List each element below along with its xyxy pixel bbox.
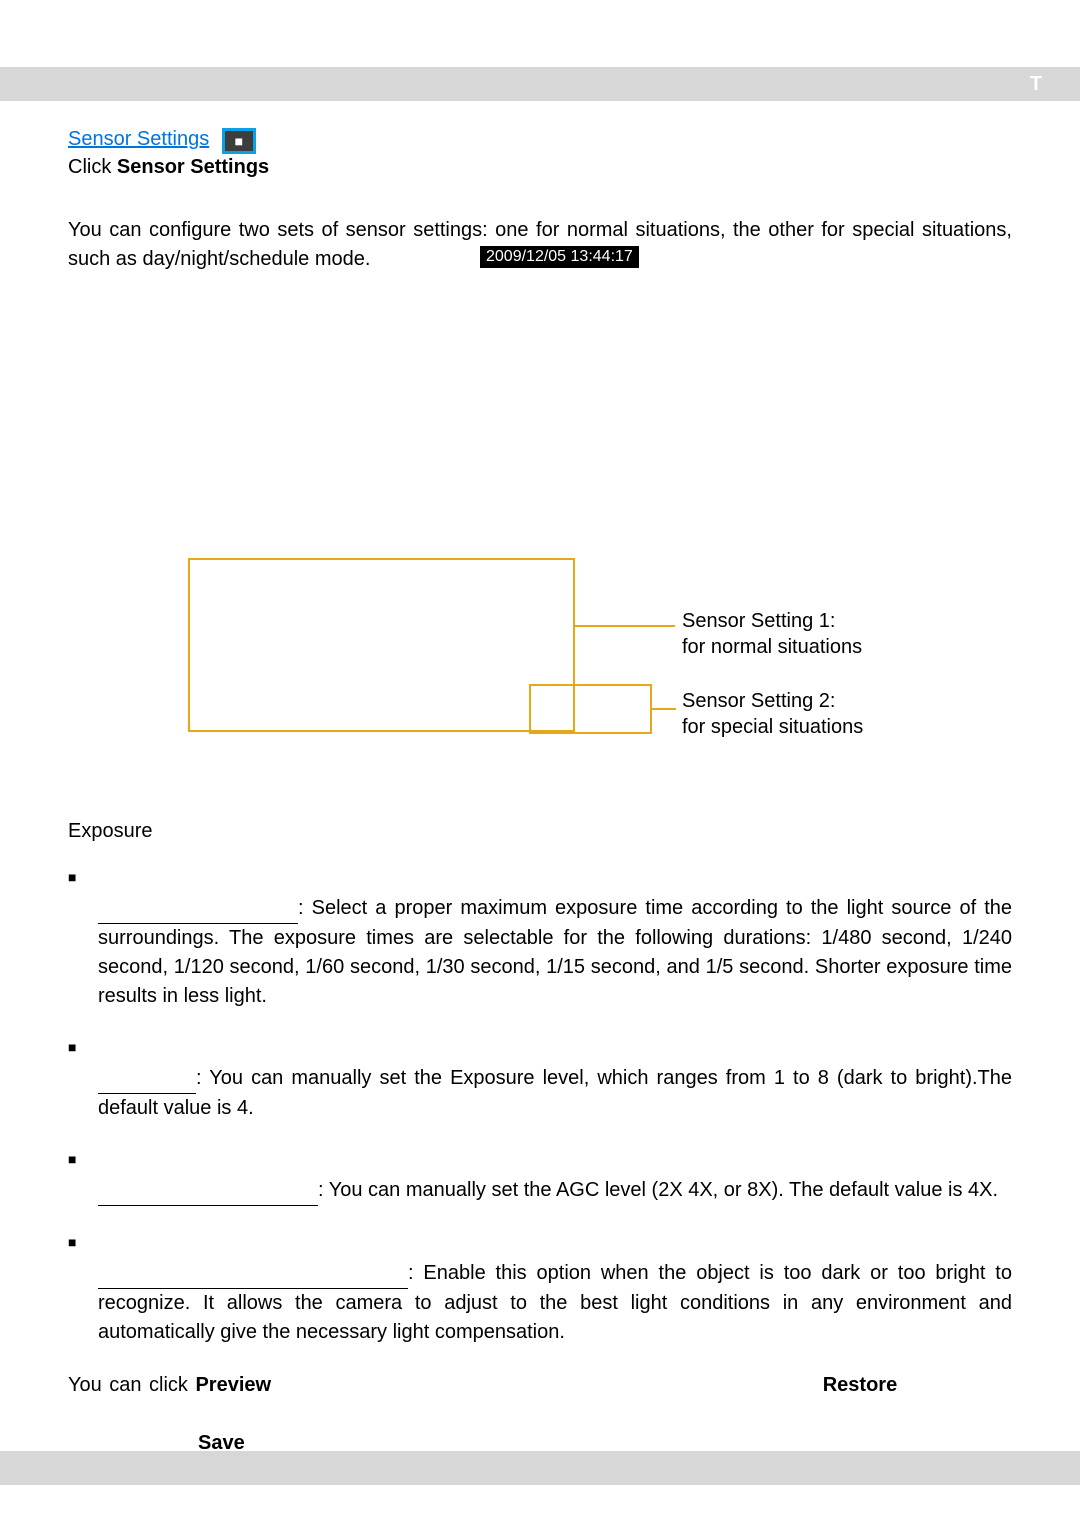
bullet-max-gain: Max gain (Auto Gain Control): You can ma… [68,1147,1012,1206]
label-max-gain: Max gain (Auto Gain Control) [98,1147,318,1206]
text-exposure-level: : You can manually set the Exposure leve… [98,1067,1012,1119]
page-footer: Users Manual - 61 [901,1415,1032,1433]
bullet-blc: Enable BLC (Back Light Compensation): En… [68,1230,1012,1347]
brand-logo: T [1030,73,1044,96]
tail-1a: You can click [68,1374,188,1396]
connector-line-1 [575,625,675,627]
intro-pre: Click [68,156,111,178]
label-exposure-level: Exposure level [98,1035,196,1094]
caption-s2b: for special situations [682,716,863,739]
highlight-box-2 [529,684,652,734]
exposure-heading: Exposure [68,820,153,843]
header-bar: T [0,67,1080,101]
bullet-max-exposure: Maximum Exposure Time: Select a proper m… [68,865,1012,1011]
caption-s1a: Sensor Setting 1: [682,610,835,633]
sensor-settings-button[interactable]: ■ [222,128,256,154]
bullet-exposure-level: Exposure level: You can manually set the… [68,1035,1012,1123]
exposure-section: Exposure Maximum Exposure Time: Select a… [68,820,1012,1487]
sensor-settings-row: Sensor Settings ■ [68,128,1012,154]
timestamp-overlay: 2009/12/05 13:44:17 [480,246,639,268]
caption-s1b: for normal situations [682,636,862,659]
preview-word: Preview [195,1374,271,1396]
connector-line-2 [652,708,676,710]
highlight-box-1 [188,558,575,732]
label-max-exposure: Maximum Exposure Time [98,865,298,924]
sensor-settings-link[interactable]: Sensor Settings [68,128,209,150]
footer-bar: Users Manual - 61 [0,1451,1080,1485]
label-blc: Enable BLC (Back Light Compensation) [98,1230,408,1289]
intro-mid: Sensor Settings [117,156,269,178]
text-max-gain: : You can manually set the AGC level (2X… [318,1179,998,1201]
caption-s2a: Sensor Setting 2: [682,690,835,713]
exposure-bullets: Maximum Exposure Time: Select a proper m… [68,865,1012,1347]
intro-line: Click Sensor Settings to open the Sensor… [68,156,1012,202]
restore-word: Restore [823,1374,897,1396]
